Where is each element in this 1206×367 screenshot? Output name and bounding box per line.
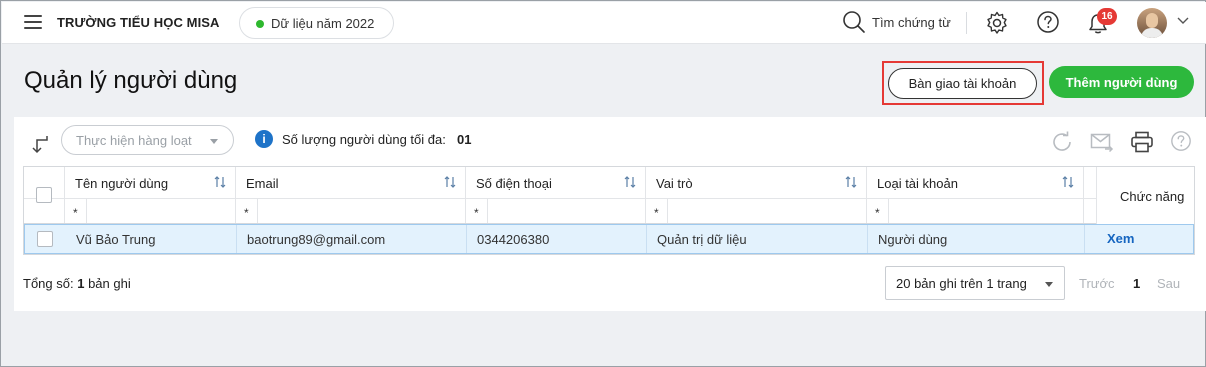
info-icon: i xyxy=(255,130,273,148)
sort-icon[interactable] xyxy=(845,175,857,189)
page-title: Quản lý người dùng xyxy=(24,67,238,94)
user-role: Quản trị dữ liệu xyxy=(657,232,747,247)
column-label: Email xyxy=(246,176,279,191)
user-list-card: Thực hiện hàng loạt i Số lượng người dùn… xyxy=(14,117,1206,311)
filter-operator[interactable]: * xyxy=(654,206,659,220)
avatar[interactable] xyxy=(1137,8,1167,38)
search-label: Tìm chứng từ xyxy=(872,15,951,30)
help-icon xyxy=(1171,131,1191,151)
search-icon xyxy=(843,11,865,33)
cell-account-type: Người dùng xyxy=(868,225,1085,253)
active-status-dot xyxy=(256,20,264,28)
filter-input-role[interactable] xyxy=(667,199,866,223)
cell-role: Quản trị dữ liệu xyxy=(647,225,868,253)
sort-icon[interactable] xyxy=(444,175,456,189)
avatar-face xyxy=(1146,13,1158,28)
user-phone: 0344206380 xyxy=(477,232,550,247)
refresh-icon xyxy=(1053,131,1071,151)
add-user-button[interactable]: Thêm người dùng xyxy=(1049,66,1194,98)
search-documents-button[interactable]: Tìm chứng từ xyxy=(842,10,962,36)
filter-cell-role: * xyxy=(646,199,867,223)
app-window: TRƯỜNG TIỂU HỌC MISA Dữ liệu năm 2022 Tì… xyxy=(0,0,1206,367)
filter-input-name[interactable] xyxy=(86,199,235,223)
filter-cell-phone: * xyxy=(466,199,646,223)
bulk-action-dropdown[interactable]: Thực hiện hàng loạt xyxy=(61,125,234,155)
filter-input-email[interactable] xyxy=(257,199,465,223)
help-icon xyxy=(1037,11,1059,33)
settings-button[interactable] xyxy=(984,10,1010,36)
handover-account-button[interactable]: Bàn giao tài khoản xyxy=(888,68,1037,99)
print-button[interactable] xyxy=(1130,130,1154,154)
chevron-down-icon[interactable] xyxy=(1177,16,1189,26)
filter-operator[interactable]: * xyxy=(244,206,249,220)
next-page-button[interactable]: Sau xyxy=(1157,276,1180,291)
column-label: Chức năng xyxy=(1120,189,1185,204)
filter-operator[interactable]: * xyxy=(73,206,78,220)
caret-down-icon xyxy=(1045,282,1053,287)
filter-cell-account-type: * xyxy=(867,199,1084,223)
column-label: Loại tài khoản xyxy=(877,176,958,191)
top-bar: TRƯỜNG TIỂU HỌC MISA Dữ liệu năm 2022 Tì… xyxy=(2,2,1206,44)
prev-page-button[interactable]: Trước xyxy=(1079,276,1115,291)
total-count: 1 xyxy=(77,276,85,291)
column-header-account-type[interactable]: Loại tài khoản xyxy=(867,167,1084,198)
column-label: Vai trò xyxy=(656,176,693,191)
filter-input-phone[interactable] xyxy=(487,199,645,223)
page-size-value: 20 bản ghi trên 1 trang xyxy=(896,276,1027,291)
table-row[interactable]: Vũ Bảo Trung baotrung89@gmail.com 034420… xyxy=(24,224,1194,254)
send-email-button[interactable] xyxy=(1090,130,1114,154)
column-label: Số điện thoại xyxy=(476,176,552,191)
filter-operator[interactable]: * xyxy=(474,206,479,220)
current-page-number[interactable]: 1 xyxy=(1133,276,1140,291)
filter-input-account-type[interactable] xyxy=(888,199,1083,223)
page-size-select[interactable]: 20 bản ghi trên 1 trang xyxy=(885,266,1065,300)
column-label: Tên người dùng xyxy=(75,176,169,191)
printer-icon xyxy=(1131,131,1153,153)
table-header-row: Tên người dùng Email Số điện thoại Vai t… xyxy=(24,167,1194,224)
mail-forward-icon xyxy=(1090,133,1114,153)
table-help-button[interactable] xyxy=(1170,130,1194,154)
gear-icon xyxy=(987,11,1007,34)
column-header-role[interactable]: Vai trò xyxy=(646,167,867,198)
bulk-select-arrow-icon[interactable] xyxy=(32,134,50,154)
user-email: baotrung89@gmail.com xyxy=(247,232,386,247)
data-year-label: Dữ liệu năm 2022 xyxy=(271,16,375,31)
school-name: TRƯỜNG TIỂU HỌC MISA xyxy=(57,15,220,30)
table-filter-row: * * * * * xyxy=(24,199,1194,224)
view-user-link[interactable]: Xem xyxy=(1107,231,1134,246)
max-users-value: 01 xyxy=(457,132,472,147)
row-checkbox[interactable] xyxy=(37,231,53,247)
filter-cell-email: * xyxy=(236,199,466,223)
cell-name: Vũ Bảo Trung xyxy=(66,225,237,253)
column-header-email[interactable]: Email xyxy=(236,167,466,198)
bulk-action-placeholder: Thực hiện hàng loạt xyxy=(76,133,192,148)
column-header-phone[interactable]: Số điện thoại xyxy=(466,167,646,198)
column-header-name[interactable]: Tên người dùng xyxy=(65,167,236,198)
divider xyxy=(966,12,967,34)
cell-email: baotrung89@gmail.com xyxy=(237,225,467,253)
menu-icon[interactable] xyxy=(24,15,42,31)
filter-operator[interactable]: * xyxy=(875,206,880,220)
total-records: Tổng số: 1 bản ghi xyxy=(23,276,131,291)
sort-icon[interactable] xyxy=(624,175,636,189)
max-users-label: Số lượng người dùng tối đa: xyxy=(282,132,446,147)
avatar-shirt xyxy=(1141,28,1163,38)
user-account-type: Người dùng xyxy=(878,232,948,247)
column-header-function: Chức năng xyxy=(1096,167,1194,224)
total-suffix: bản ghi xyxy=(88,276,131,291)
total-prefix: Tổng số: xyxy=(23,276,74,291)
data-year-selector[interactable]: Dữ liệu năm 2022 xyxy=(239,7,394,39)
sort-icon[interactable] xyxy=(1062,175,1074,189)
user-table: Tên người dùng Email Số điện thoại Vai t… xyxy=(23,166,1195,255)
user-name: Vũ Bảo Trung xyxy=(76,232,156,247)
notification-badge: 16 xyxy=(1097,8,1117,25)
caret-down-icon xyxy=(210,139,218,144)
filter-cell-name: * xyxy=(65,199,236,223)
help-button[interactable] xyxy=(1036,10,1062,36)
sort-icon[interactable] xyxy=(214,175,226,189)
refresh-button[interactable] xyxy=(1050,130,1074,154)
cell-phone: 0344206380 xyxy=(467,225,647,253)
